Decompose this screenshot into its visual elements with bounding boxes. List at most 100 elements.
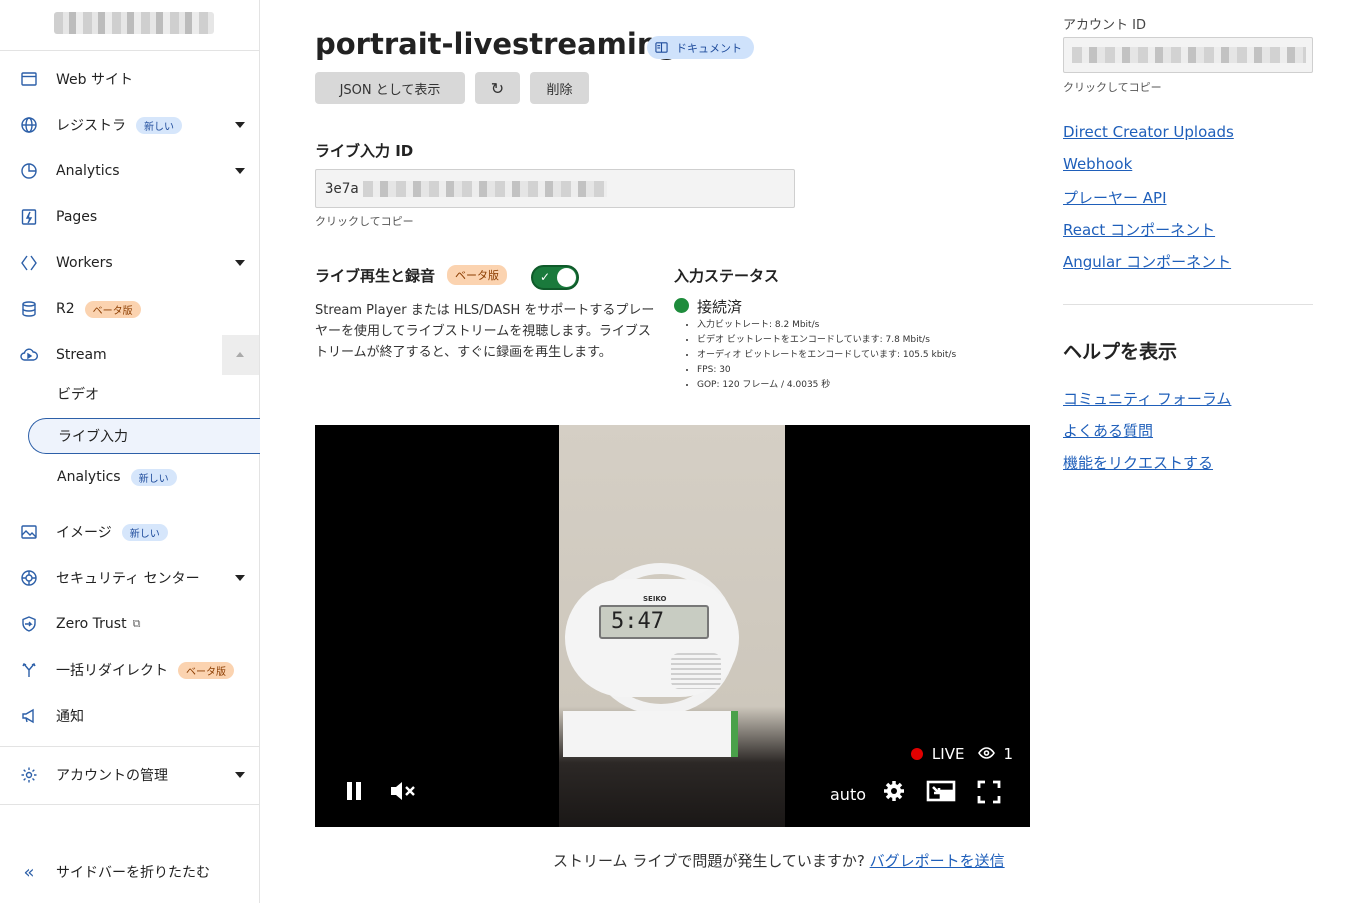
chevron-down-icon[interactable] (235, 772, 245, 778)
stat-fps: FPS: 30 (697, 363, 956, 378)
input-status-label: 入力ステータス (674, 267, 780, 285)
help-title: ヘルプを表示 (1063, 341, 1178, 363)
chevron-down-icon[interactable] (235, 168, 245, 174)
sidebar-subitem-videos[interactable]: ビデオ (28, 376, 260, 412)
collapse-sidebar-button[interactable]: « サイドバーを折りたたむ (0, 852, 259, 892)
sidebar-subitem-stream-analytics[interactable]: Analytics 新しい (28, 459, 260, 495)
clock-time: 5:47 (611, 609, 664, 634)
link-feature-request[interactable]: 機能をリクエストする (1063, 452, 1213, 473)
image-icon (20, 523, 38, 541)
sidebar-item-notifications[interactable]: 通知 (0, 696, 259, 736)
link-faq[interactable]: よくある質問 (1063, 420, 1153, 441)
delete-button[interactable]: 削除 (530, 72, 589, 104)
chevron-down-icon[interactable] (235, 260, 245, 266)
sidebar-item-label: Analytics (56, 163, 120, 179)
beta-badge: ベータ版 (447, 265, 507, 285)
divider (0, 746, 259, 747)
sidebar-item-websites[interactable]: Web サイト (0, 59, 259, 99)
view-json-button[interactable]: JSON として表示 (315, 72, 465, 104)
pause-button[interactable] (345, 780, 365, 806)
sidebar-subitem-live-input[interactable]: ライブ入力 (28, 418, 260, 454)
double-chevron-left-icon: « (23, 861, 35, 883)
sidebar-item-security-center[interactable]: セキュリティ センター (0, 558, 259, 598)
recording-toggle[interactable]: ✓ (531, 265, 579, 290)
link-webhook[interactable]: Webhook (1063, 155, 1132, 173)
sidebar-item-bulk-redirects[interactable]: 一括リダイレクト ベータ版 (0, 650, 259, 690)
collapse-stream-button[interactable] (222, 335, 259, 375)
picture-in-picture-button[interactable] (926, 780, 956, 808)
redacted-account-id (1072, 47, 1306, 63)
stat-gop: GOP: 120 フレーム / 4.0035 秒 (697, 378, 956, 393)
chevron-down-icon[interactable] (235, 575, 245, 581)
sidebar-item-label: Web サイト (56, 72, 133, 88)
account-name-redacted[interactable] (54, 12, 214, 34)
stream-player[interactable]: 5:47 SEIKO LIVE 1 auto (315, 425, 1030, 827)
account-id-field[interactable] (1063, 37, 1313, 73)
send-bug-report-link[interactable]: バグレポートを送信 (870, 852, 1005, 870)
live-input-id-field[interactable]: 3e7a (315, 169, 795, 208)
recording-label: ライブ再生と録音 (315, 267, 436, 285)
globe-icon (20, 116, 38, 134)
picture-in-picture-icon (926, 780, 956, 802)
database-icon (20, 300, 38, 318)
sidebar-item-images[interactable]: イメージ 新しい (0, 512, 259, 552)
new-badge: 新しい (136, 116, 182, 134)
link-direct-creator-uploads[interactable]: Direct Creator Uploads (1063, 123, 1234, 141)
sidebar-item-workers[interactable]: Workers (0, 243, 259, 283)
sidebar-item-label: Zero Trust (56, 616, 127, 632)
account-id-label: アカウント ID (1063, 18, 1146, 33)
viewer-count: 1 (1003, 745, 1013, 763)
sidebar-item-label: セキュリティ センター (56, 571, 200, 587)
link-react-component[interactable]: React コンポーネント (1063, 219, 1215, 240)
divider (1063, 304, 1313, 305)
sidebar-item-zero-trust[interactable]: Zero Trust ⧉ (0, 604, 259, 644)
beta-badge: ベータ版 (178, 661, 234, 679)
chevron-down-icon[interactable] (235, 122, 245, 128)
sidebar-item-analytics[interactable]: Analytics (0, 151, 259, 191)
bug-report-note: ストリーム ライブで問題が発生していますか? バグレポートを送信 (553, 850, 1005, 871)
link-community-forum[interactable]: コミュニティ フォーラム (1063, 388, 1231, 409)
fullscreen-button[interactable] (977, 780, 1001, 808)
quality-selector[interactable]: auto (830, 785, 866, 804)
lightning-page-icon (20, 208, 38, 226)
video-frame: 5:47 SEIKO (559, 425, 785, 827)
sidebar-item-label: R2 (56, 301, 75, 317)
sidebar-item-label: イメージ (56, 525, 112, 541)
bug-report-question: ストリーム ライブで問題が発生していますか? (553, 852, 865, 870)
chevron-up-icon (236, 352, 244, 357)
copy-hint: クリックしてコピー (1063, 81, 1162, 94)
documentation-badge[interactable]: ドキュメント (647, 36, 754, 59)
sidebar-item-registrar[interactable]: レジストラ 新しい (0, 105, 259, 145)
sidebar-item-stream[interactable]: Stream (0, 335, 259, 375)
link-angular-component[interactable]: Angular コンポーネント (1063, 251, 1231, 272)
live-input-id-label: ライブ入力 ID (315, 142, 414, 160)
sidebar-item-r2[interactable]: R2 ベータ版 (0, 289, 259, 329)
book-icon (655, 42, 668, 53)
sidebar-item-label: Analytics (57, 469, 121, 485)
main-content: portrait-livestreaming ドキュメント JSON として表示… (315, 0, 1035, 903)
sidebar-item-pages[interactable]: Pages (0, 197, 259, 237)
documentation-label: ドキュメント (676, 41, 742, 55)
settings-button[interactable] (883, 780, 905, 806)
live-dot-icon (910, 748, 923, 760)
divider (0, 50, 259, 51)
check-icon: ✓ (540, 270, 551, 284)
sidebar-item-label: 一括リダイレクト (56, 663, 168, 679)
zero-trust-shield-icon (20, 615, 38, 633)
redacted-id (362, 180, 607, 197)
right-panel: アカウント ID クリックしてコピー Direct Creator Upload… (1063, 0, 1313, 903)
mute-button[interactable] (390, 780, 416, 806)
diamond-code-icon (20, 254, 38, 272)
sidebar-item-account-management[interactable]: アカウントの管理 (0, 755, 259, 795)
refresh-button[interactable]: ↻ (475, 72, 520, 104)
connected-status-icon (674, 298, 689, 313)
speaker-muted-icon (391, 782, 415, 800)
sidebar-item-label: Pages (56, 209, 98, 225)
link-player-api[interactable]: プレーヤー API (1063, 187, 1167, 208)
clock-speaker-grill (671, 653, 721, 689)
live-label: LIVE (931, 745, 965, 763)
divider (0, 804, 259, 805)
pie-chart-icon (20, 162, 38, 180)
stat-audio-bitrate: オーディオ ビットレートをエンコードしています: 105.5 kbit/s (697, 348, 956, 363)
stat-input-bitrate: 入力ビットレート: 8.2 Mbit/s (697, 318, 956, 333)
